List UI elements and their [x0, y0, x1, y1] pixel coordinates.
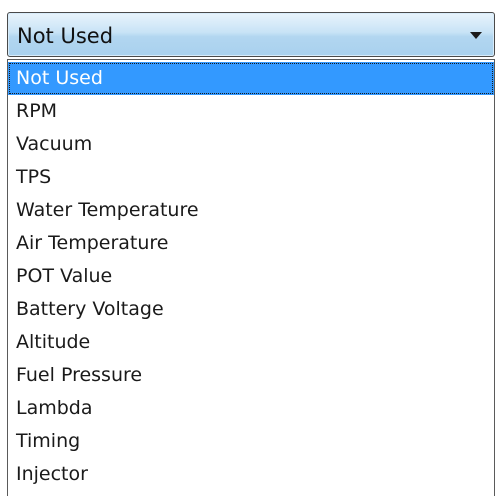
option-rpm[interactable]: RPM: [8, 95, 494, 128]
sensor-select[interactable]: Not Used: [7, 12, 495, 57]
option-fuel-pressure[interactable]: Fuel Pressure: [8, 359, 494, 392]
option-not-used[interactable]: Not Used: [8, 62, 494, 95]
option-lambda[interactable]: Lambda: [8, 392, 494, 425]
chevron-down-icon[interactable]: [470, 32, 482, 39]
option-battery-voltage[interactable]: Battery Voltage: [8, 293, 494, 326]
option-pot-value[interactable]: POT Value: [8, 260, 494, 293]
option-air-temperature[interactable]: Air Temperature: [8, 227, 494, 260]
option-water-temperature[interactable]: Water Temperature: [8, 194, 494, 227]
option-injector[interactable]: Injector: [8, 458, 494, 491]
option-timing[interactable]: Timing: [8, 425, 494, 458]
option-tps[interactable]: TPS: [8, 161, 494, 194]
sensor-select-value: Not Used: [17, 24, 114, 48]
option-altitude[interactable]: Altitude: [8, 326, 494, 359]
option-vacuum[interactable]: Vacuum: [8, 128, 494, 161]
sensor-dropdown-list[interactable]: Not Used RPM Vacuum TPS Water Temperatur…: [7, 59, 495, 496]
